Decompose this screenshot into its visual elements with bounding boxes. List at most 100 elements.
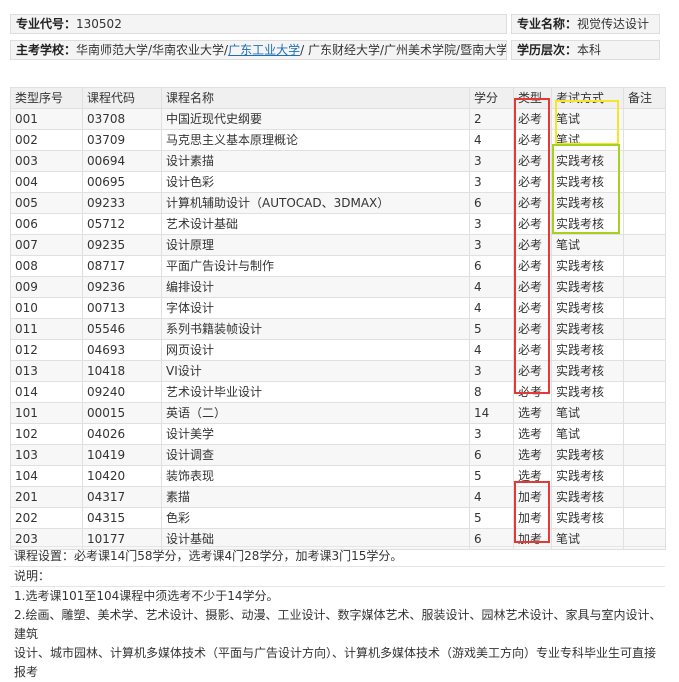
cell-remarks: [623, 192, 666, 214]
cell-credits: 5: [469, 507, 514, 529]
cell-credits: 8: [469, 381, 514, 403]
notes-section: 课程设置：必考课14门58学分，选考课4门28学分，加考课3门15学分。 说明：…: [10, 546, 665, 682]
cell-exam-method: 实践考核: [551, 318, 624, 340]
table-row: 013 10418 VI设计 3 必考 实践考核: [10, 360, 666, 382]
cell-course-code: 04693: [82, 339, 162, 361]
table-row: 009 09236 编排设计 4 必考 实践考核: [10, 276, 666, 298]
cell-remarks: [623, 108, 666, 130]
column-header-exam-method: 考试方式: [551, 87, 624, 109]
cell-course-type: 必考: [513, 297, 552, 319]
table-row: 010 00713 字体设计 4 必考 实践考核: [10, 297, 666, 319]
cell-remarks: [623, 171, 666, 193]
cell-course-code: 04317: [82, 486, 162, 508]
cell-credits: 3: [469, 171, 514, 193]
cell-credits: 3: [469, 360, 514, 382]
cell-remarks: [623, 423, 666, 445]
cell-exam-method: 实践考核: [551, 171, 624, 193]
cell-credits: 6: [469, 255, 514, 277]
cell-course-type: 必考: [513, 381, 552, 403]
cell-exam-method: 实践考核: [551, 465, 624, 487]
education-level-row: 学历层次：本科: [511, 40, 660, 60]
cell-course-type: 加考: [513, 486, 552, 508]
cell-exam-method: 笔试: [551, 129, 624, 151]
cell-type-no: 003: [10, 150, 83, 172]
exam-schools-row: 主考学校：华南师范大学/华南农业大学/广东工业大学/ 广东财经大学/广州美术学院…: [10, 40, 507, 60]
major-name-row: 专业名称：视觉传达设计: [511, 14, 660, 34]
cell-credits: 5: [469, 318, 514, 340]
cell-type-no: 012: [10, 339, 83, 361]
cell-course-name: VI设计: [161, 360, 470, 382]
cell-course-name: 装饰表现: [161, 465, 470, 487]
cell-credits: 3: [469, 213, 514, 235]
cell-credits: 4: [469, 486, 514, 508]
cell-remarks: [623, 318, 666, 340]
table-row: 102 04026 设计美学 3 选考 笔试: [10, 423, 666, 445]
cell-type-no: 008: [10, 255, 83, 277]
cell-type-no: 013: [10, 360, 83, 382]
cell-type-no: 011: [10, 318, 83, 340]
cell-course-code: 00694: [82, 150, 162, 172]
cell-remarks: [623, 129, 666, 151]
major-name-label: 专业名称：: [517, 17, 578, 31]
cell-exam-method: 实践考核: [551, 276, 624, 298]
cell-course-name: 系列书籍装帧设计: [161, 318, 470, 340]
cell-course-name: 英语（二）: [161, 402, 470, 424]
table-row: 002 03709 马克思主义基本原理概论 4 必考 笔试: [10, 129, 666, 151]
cell-credits: 4: [469, 129, 514, 151]
cell-course-type: 必考: [513, 150, 552, 172]
cell-credits: 3: [469, 423, 514, 445]
table-row: 201 04317 素描 4 加考 实践考核: [10, 486, 666, 508]
cell-exam-method: 实践考核: [551, 150, 624, 172]
course-summary: 课程设置：必考课14门58学分，选考课4门28学分，加考课3门15学分。: [10, 546, 665, 566]
cell-course-code: 05546: [82, 318, 162, 340]
cell-remarks: [623, 360, 666, 382]
cell-exam-method: 实践考核: [551, 486, 624, 508]
cell-course-code: 04315: [82, 507, 162, 529]
cell-course-name: 马克思主义基本原理概论: [161, 129, 470, 151]
cell-credits: 4: [469, 276, 514, 298]
exam-school-link[interactable]: 广东工业大学: [228, 43, 300, 57]
cell-course-code: 10419: [82, 444, 162, 466]
major-name-value: 视觉传达设计: [577, 17, 650, 31]
course-table: 类型序号 课程代码 课程名称 学分 类型 考试方式 备注 001 03708 中国近现代史纲要 2…: [10, 87, 666, 550]
table-row: 104 10420 装饰表现 5 选考 实践考核: [10, 465, 666, 487]
cell-course-code: 08717: [82, 255, 162, 277]
note-2: 2.绘画、雕塑、美术学、艺术设计、摄影、动漫、工业设计、数字媒体艺术、服装设计、…: [14, 608, 662, 641]
cell-remarks: [623, 381, 666, 403]
cell-course-code: 09235: [82, 234, 162, 256]
education-level-value: 本科: [577, 43, 602, 57]
cell-exam-method: 实践考核: [551, 192, 624, 214]
cell-course-name: 设计素描: [161, 150, 470, 172]
table-row: 005 09233 计算机辅助设计（AUTOCAD、3DMAX） 6 必考 实践考核: [10, 192, 666, 214]
cell-credits: 6: [469, 444, 514, 466]
major-code-label: 专业代号：: [16, 17, 77, 31]
cell-exam-method: 实践考核: [551, 297, 624, 319]
cell-course-code: 04026: [82, 423, 162, 445]
exam-schools-pre: 华南师范大学/华南农业大学/: [76, 43, 229, 57]
cell-type-no: 201: [10, 486, 83, 508]
cell-course-type: 必考: [513, 192, 552, 214]
table-row: 008 08717 平面广告设计与制作 6 必考 实践考核: [10, 255, 666, 277]
major-code-value: 130502: [76, 17, 122, 31]
cell-remarks: [623, 444, 666, 466]
cell-course-name: 设计色彩: [161, 171, 470, 193]
column-header-course-type: 类型: [513, 87, 552, 109]
cell-credits: 3: [469, 150, 514, 172]
cell-course-code: 05712: [82, 213, 162, 235]
cell-course-code: 10418: [82, 360, 162, 382]
cell-remarks: [623, 213, 666, 235]
cell-credits: 3: [469, 234, 514, 256]
cell-course-type: 必考: [513, 360, 552, 382]
cell-remarks: [623, 402, 666, 424]
cell-course-code: 09240: [82, 381, 162, 403]
cell-type-no: 103: [10, 444, 83, 466]
cell-credits: 4: [469, 297, 514, 319]
table-row: 001 03708 中国近现代史纲要 2 必考 笔试: [10, 108, 666, 130]
table-row: 003 00694 设计素描 3 必考 实践考核: [10, 150, 666, 172]
cell-course-code: 00713: [82, 297, 162, 319]
cell-remarks: [623, 234, 666, 256]
cell-exam-method: 实践考核: [551, 507, 624, 529]
cell-course-name: 平面广告设计与制作: [161, 255, 470, 277]
cell-remarks: [623, 507, 666, 529]
cell-exam-method: 实践考核: [551, 381, 624, 403]
